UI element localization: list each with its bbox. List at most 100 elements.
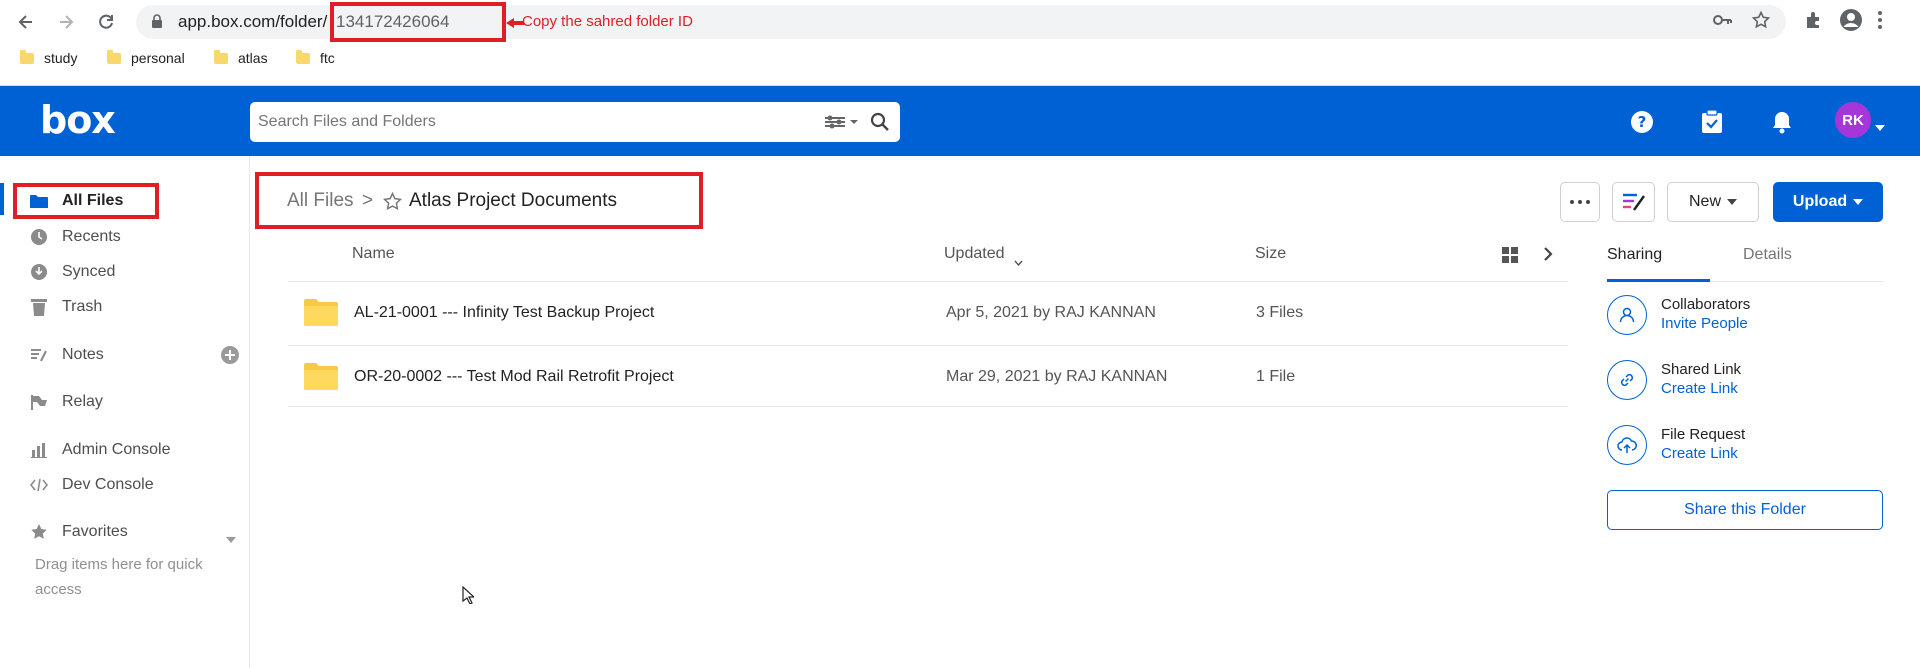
sidebar-item-recents[interactable]: Recents <box>30 228 121 246</box>
sidebar-item-synced[interactable]: Synced <box>30 263 115 281</box>
browser-chrome: app.box.com/folder/ 134172426064 Copy th… <box>0 0 1920 86</box>
help-icon[interactable]: ? <box>1628 108 1656 136</box>
sidebar: All Files Recents Synced Trash Notes Rel… <box>0 156 250 668</box>
more-options-button[interactable] <box>1560 182 1600 222</box>
sort-chevron-icon <box>1014 253 1023 271</box>
back-icon[interactable] <box>12 8 40 36</box>
search-box[interactable] <box>250 102 900 142</box>
annotation-text: Copy the sahred folder ID <box>522 13 693 30</box>
star-icon <box>30 523 48 541</box>
folder-icon <box>30 192 48 210</box>
tab-sharing[interactable]: Sharing <box>1607 246 1662 264</box>
breadcrumb-separator: > <box>362 190 374 211</box>
cloud-upload-icon <box>1607 425 1647 465</box>
lock-icon <box>151 14 163 33</box>
row-size: 3 Files <box>1256 304 1304 321</box>
trash-icon <box>30 298 48 316</box>
column-header-size[interactable]: Size <box>1255 245 1286 263</box>
folder-icon <box>20 49 34 64</box>
favorites-collapse-icon[interactable] <box>226 530 236 548</box>
tab-details[interactable]: Details <box>1743 246 1792 264</box>
notes-icon <box>30 346 48 364</box>
star-icon[interactable] <box>1751 10 1771 34</box>
key-icon[interactable] <box>1712 12 1732 33</box>
forward-icon[interactable] <box>52 8 80 36</box>
search-input[interactable] <box>258 110 818 134</box>
bookmark-personal[interactable]: personal <box>107 49 185 66</box>
notes-pen-icon <box>1622 193 1645 211</box>
file-request-section: File Request Create Link <box>1607 425 1745 465</box>
favorite-star-icon[interactable] <box>382 191 403 216</box>
sidebar-item-dev-console[interactable]: Dev Console <box>30 476 154 494</box>
tasks-icon[interactable] <box>1698 108 1726 136</box>
folder-icon <box>304 299 338 326</box>
bookmark-ftc[interactable]: ftc <box>296 49 335 66</box>
chevron-down-icon[interactable] <box>1875 118 1885 136</box>
upload-button[interactable]: Upload <box>1773 182 1883 222</box>
box-notes-button[interactable] <box>1612 182 1655 222</box>
chevron-right-icon[interactable] <box>1543 246 1553 267</box>
column-header-updated[interactable]: Updated <box>944 245 1005 263</box>
table-row[interactable]: OR-20-0002 --- Test Mod Rail Retrofit Pr… <box>288 345 1568 407</box>
person-icon <box>1607 295 1647 335</box>
link-icon <box>1607 360 1647 400</box>
column-header-name[interactable]: Name <box>352 245 395 263</box>
shared-link-section: Shared Link Create Link <box>1607 360 1741 400</box>
create-shared-link[interactable]: Create Link <box>1661 379 1741 398</box>
extensions-icon[interactable] <box>1804 11 1822 34</box>
chevron-down-icon <box>1727 199 1737 205</box>
collaborators-section: Collaborators Invite People <box>1607 295 1750 335</box>
app-header: box ? RK <box>0 86 1920 156</box>
active-indicator <box>0 183 4 215</box>
table-row[interactable]: AL-21-0001 --- Infinity Test Backup Proj… <box>288 281 1568 343</box>
new-button[interactable]: New <box>1667 182 1759 222</box>
bar-chart-icon <box>30 441 48 459</box>
bell-icon[interactable] <box>1768 108 1796 136</box>
mouse-cursor-icon <box>462 585 476 609</box>
row-updated: Apr 5, 2021 by RAJ KANNAN <box>946 304 1156 321</box>
clock-icon <box>30 228 48 246</box>
active-tab-indicator <box>1607 279 1710 282</box>
folder-icon <box>296 49 310 64</box>
row-updated: Mar 29, 2021 by RAJ KANNAN <box>946 368 1168 385</box>
relay-icon <box>30 393 48 411</box>
sidebar-item-admin-console[interactable]: Admin Console <box>30 441 171 459</box>
ellipsis-icon <box>1570 200 1590 204</box>
profile-icon[interactable] <box>1839 8 1863 37</box>
chevron-down-icon <box>1853 199 1864 205</box>
breadcrumb-current-folder: Atlas Project Documents <box>409 190 618 211</box>
collaborators-title: Collaborators <box>1661 296 1751 313</box>
folder-icon <box>214 49 228 64</box>
sync-icon <box>30 263 48 281</box>
avatar[interactable]: RK <box>1835 102 1871 138</box>
row-size: 1 File <box>1256 368 1296 385</box>
sidebar-item-relay[interactable]: Relay <box>30 393 103 411</box>
row-divider <box>288 406 1568 407</box>
create-file-request-link[interactable]: Create Link <box>1661 444 1745 463</box>
url-text: app.box.com/folder/ <box>178 12 328 31</box>
quick-access-hint: Drag items here for quick access <box>35 556 203 598</box>
sidebar-item-notes[interactable]: Notes <box>30 346 104 364</box>
grid-view-icon[interactable] <box>1502 247 1518 268</box>
row-name[interactable]: OR-20-0002 --- Test Mod Rail Retrofit Pr… <box>354 368 674 386</box>
search-icon[interactable] <box>870 112 890 137</box>
folder-icon <box>304 363 338 390</box>
bookmark-atlas[interactable]: atlas <box>214 49 268 66</box>
file-request-title: File Request <box>1661 426 1746 443</box>
reload-icon[interactable] <box>92 8 120 36</box>
share-this-folder-button[interactable]: Share this Folder <box>1607 490 1883 530</box>
svg-text:?: ? <box>1638 113 1647 131</box>
invite-people-link[interactable]: Invite People <box>1661 314 1750 333</box>
sidebar-item-trash[interactable]: Trash <box>30 298 102 316</box>
row-name[interactable]: AL-21-0001 --- Infinity Test Backup Proj… <box>354 304 654 322</box>
folder-id-highlight <box>330 2 506 42</box>
add-note-icon[interactable] <box>221 346 239 369</box>
box-logo[interactable]: box <box>40 98 116 142</box>
sidebar-item-favorites[interactable]: Favorites <box>30 523 128 541</box>
filter-icon[interactable] <box>824 114 858 135</box>
shared-link-title: Shared Link <box>1661 361 1742 378</box>
bookmark-study[interactable]: study <box>20 49 77 66</box>
menu-kebab-icon[interactable] <box>1877 10 1883 35</box>
breadcrumb-all-files[interactable]: All Files <box>287 190 354 212</box>
sidebar-item-all-files[interactable]: All Files <box>30 192 123 210</box>
